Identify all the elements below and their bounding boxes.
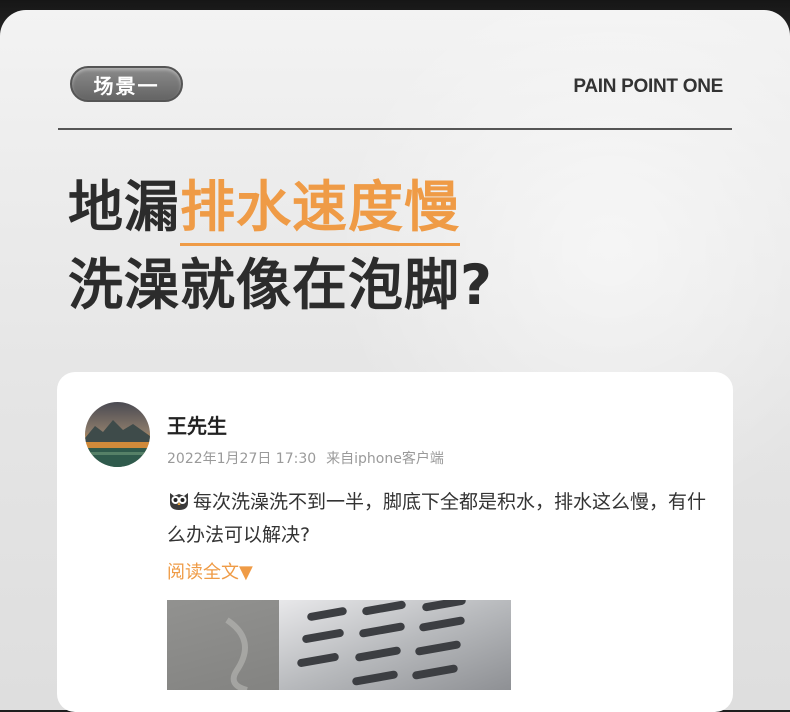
post-meta: 2022年1月27日 17:30 来自iphone客户端	[167, 448, 444, 468]
headline-prefix: 地漏	[68, 175, 181, 239]
post-card: 王先生 2022年1月27日 17:30 来自iphone客户端 每次洗澡洗不到一…	[57, 372, 733, 712]
owl-emoji-icon	[167, 489, 191, 511]
drain-photo[interactable]	[167, 600, 511, 690]
post-source: 来自iphone客户端	[326, 451, 444, 467]
post-body: 每次洗澡洗不到一半，脚底下全都是积水，排水这么慢，有什么办法可以解决?	[167, 486, 722, 552]
scene-tag-pill: 场景一	[70, 66, 183, 102]
pain-point-label: PAIN POINT ONE	[573, 76, 723, 97]
post-text: 每次洗澡洗不到一半，脚底下全都是积水，排水这么慢，有什么办法可以解决?	[167, 491, 707, 546]
username[interactable]: 王先生	[167, 410, 227, 439]
post-date: 2022年1月27日 17:30	[167, 451, 317, 467]
headline-line-1: 地漏排水速度慢	[68, 175, 461, 246]
avatar[interactable]	[85, 402, 150, 467]
headline-line-2: 洗澡就像在泡脚?	[68, 253, 493, 317]
headline-highlight: 排水速度慢	[180, 175, 461, 246]
header-divider	[58, 128, 732, 130]
read-more-link[interactable]: 阅读全文▼	[167, 558, 253, 584]
